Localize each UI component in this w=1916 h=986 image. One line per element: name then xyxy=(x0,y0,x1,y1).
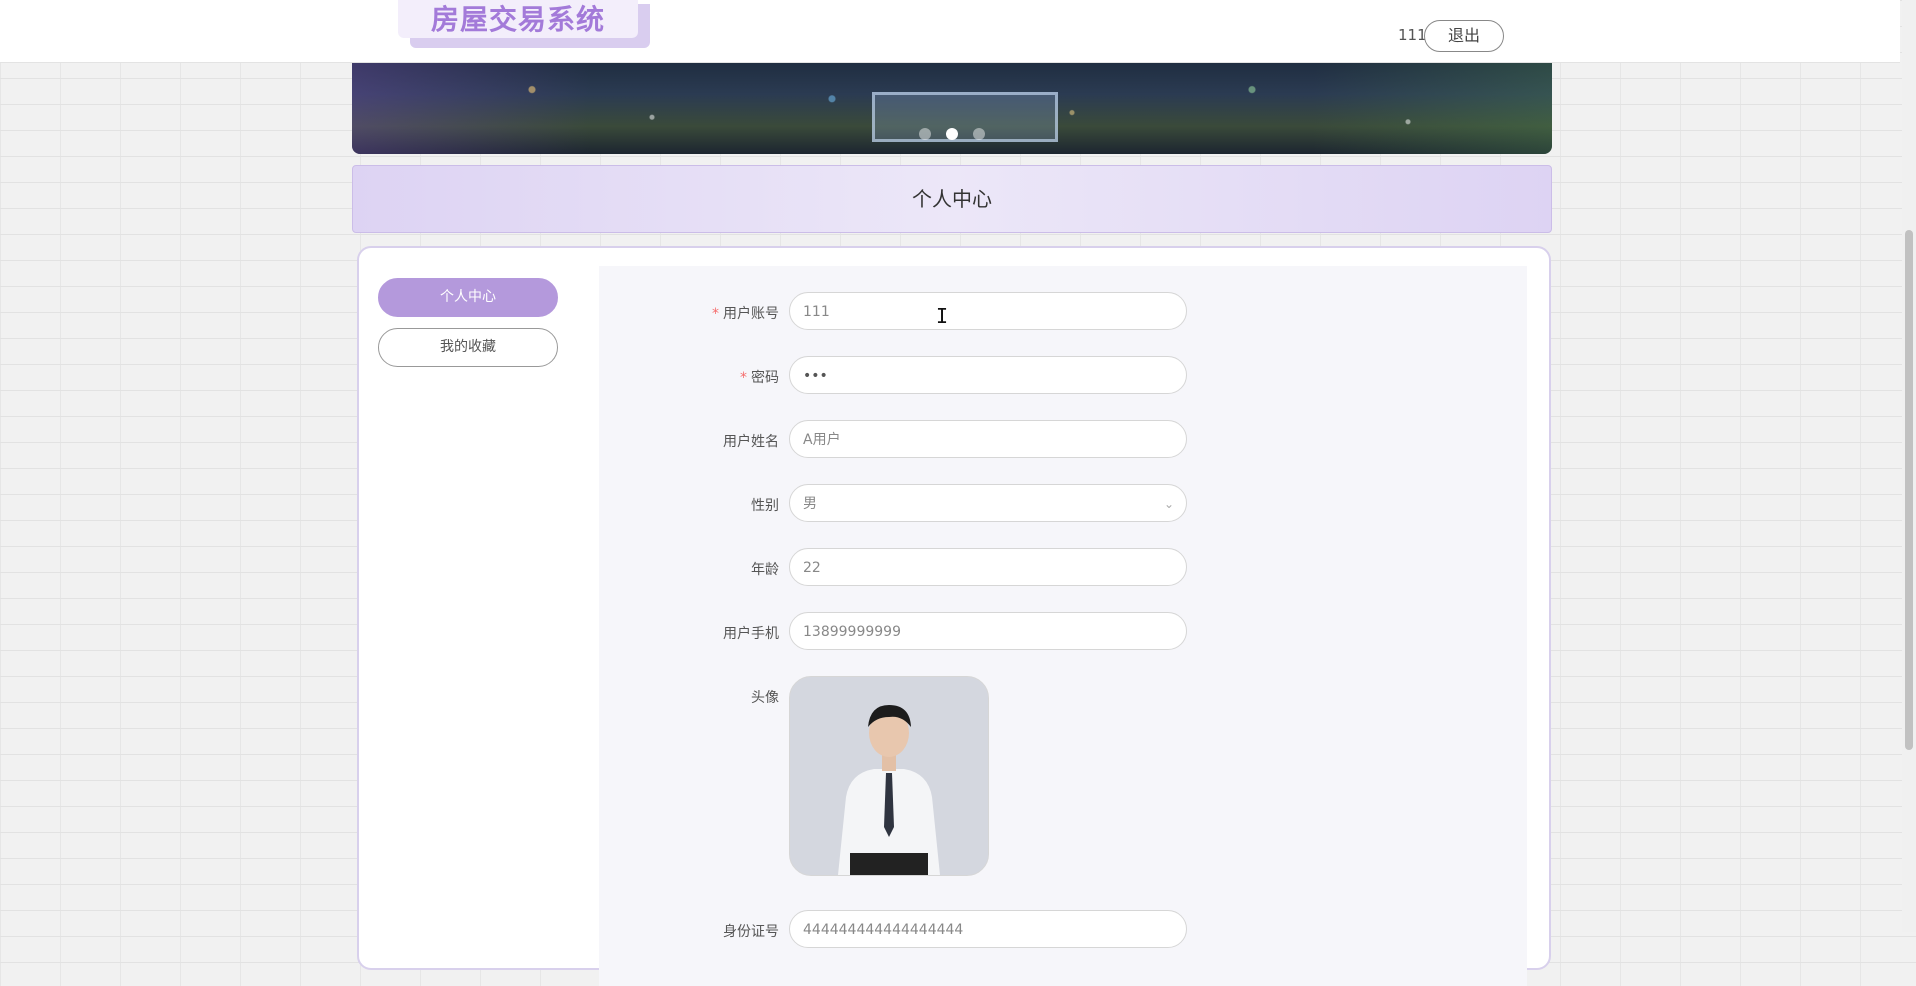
gender-label: 性别 xyxy=(751,498,779,514)
avatar-label: 头像 xyxy=(751,690,779,706)
form-row-age: 年龄 22 xyxy=(599,548,1527,588)
account-label-text: 用户账号 xyxy=(723,306,779,322)
gender-select-value: 男 xyxy=(803,496,817,512)
form-row-password: * 密码 ••• xyxy=(599,356,1527,396)
phone-input[interactable]: 13899999999 xyxy=(789,612,1187,650)
carousel-indicators xyxy=(352,125,1552,144)
chevron-down-icon: ⌄ xyxy=(1163,497,1174,511)
form-row-account: * 用户账号 111 xyxy=(599,292,1527,332)
current-username: 111 xyxy=(1398,26,1427,44)
name-input[interactable]: A用户 xyxy=(789,420,1187,458)
avatar-upload[interactable] xyxy=(789,676,989,876)
page-title: 个人中心 xyxy=(352,165,1552,233)
password-input[interactable]: ••• xyxy=(789,356,1187,394)
age-input[interactable]: 22 xyxy=(789,548,1187,586)
phone-label: 用户手机 xyxy=(723,626,779,642)
banner-carousel[interactable] xyxy=(352,62,1552,154)
age-label: 年龄 xyxy=(751,562,779,578)
text-cursor-icon: I xyxy=(936,304,949,328)
profile-form: * 用户账号 111 * 密码 ••• 用户姓名 A用户 性别 男 ⌄ 年龄 22 … xyxy=(599,266,1527,986)
required-mark: * xyxy=(712,306,719,322)
password-label: * 密码 xyxy=(599,367,779,387)
name-label: 用户姓名 xyxy=(723,434,779,450)
logout-button[interactable]: 退出 xyxy=(1424,20,1504,52)
password-label-text: 密码 xyxy=(751,370,779,386)
gender-select[interactable]: 男 ⌄ xyxy=(789,484,1187,522)
carousel-dot[interactable] xyxy=(973,128,986,140)
id-card-input[interactable]: 444444444444444444 xyxy=(789,910,1187,948)
required-mark: * xyxy=(740,370,747,386)
avatar-image xyxy=(790,677,988,875)
carousel-dot[interactable] xyxy=(918,128,931,140)
carousel-dot-active[interactable] xyxy=(946,128,958,140)
form-row-name: 用户姓名 A用户 xyxy=(599,420,1527,460)
form-row-id-card: 身份证号 444444444444444444 xyxy=(599,910,1527,950)
form-row-gender: 性别 男 ⌄ xyxy=(599,484,1527,524)
site-logo[interactable]: 房屋交易系统 xyxy=(398,0,638,38)
profile-content-card: 个人中心 我的收藏 * 用户账号 111 * 密码 ••• 用户姓名 A用户 性别 … xyxy=(357,246,1551,986)
account-input[interactable]: 111 xyxy=(789,292,1187,330)
scrollbar-thumb[interactable] xyxy=(1905,230,1913,750)
sidebar-item-profile[interactable]: 个人中心 xyxy=(378,278,558,317)
form-row-avatar: 头像 xyxy=(599,676,1527,876)
top-navbar: 房屋交易系统 111 退出 xyxy=(0,0,1900,63)
form-row-phone: 用户手机 13899999999 xyxy=(599,612,1527,652)
sidebar-item-favorites[interactable]: 我的收藏 xyxy=(378,328,558,367)
id-card-label: 身份证号 xyxy=(723,924,779,940)
account-label: * 用户账号 xyxy=(599,303,779,323)
page-scrollbar[interactable] xyxy=(1902,0,1916,932)
